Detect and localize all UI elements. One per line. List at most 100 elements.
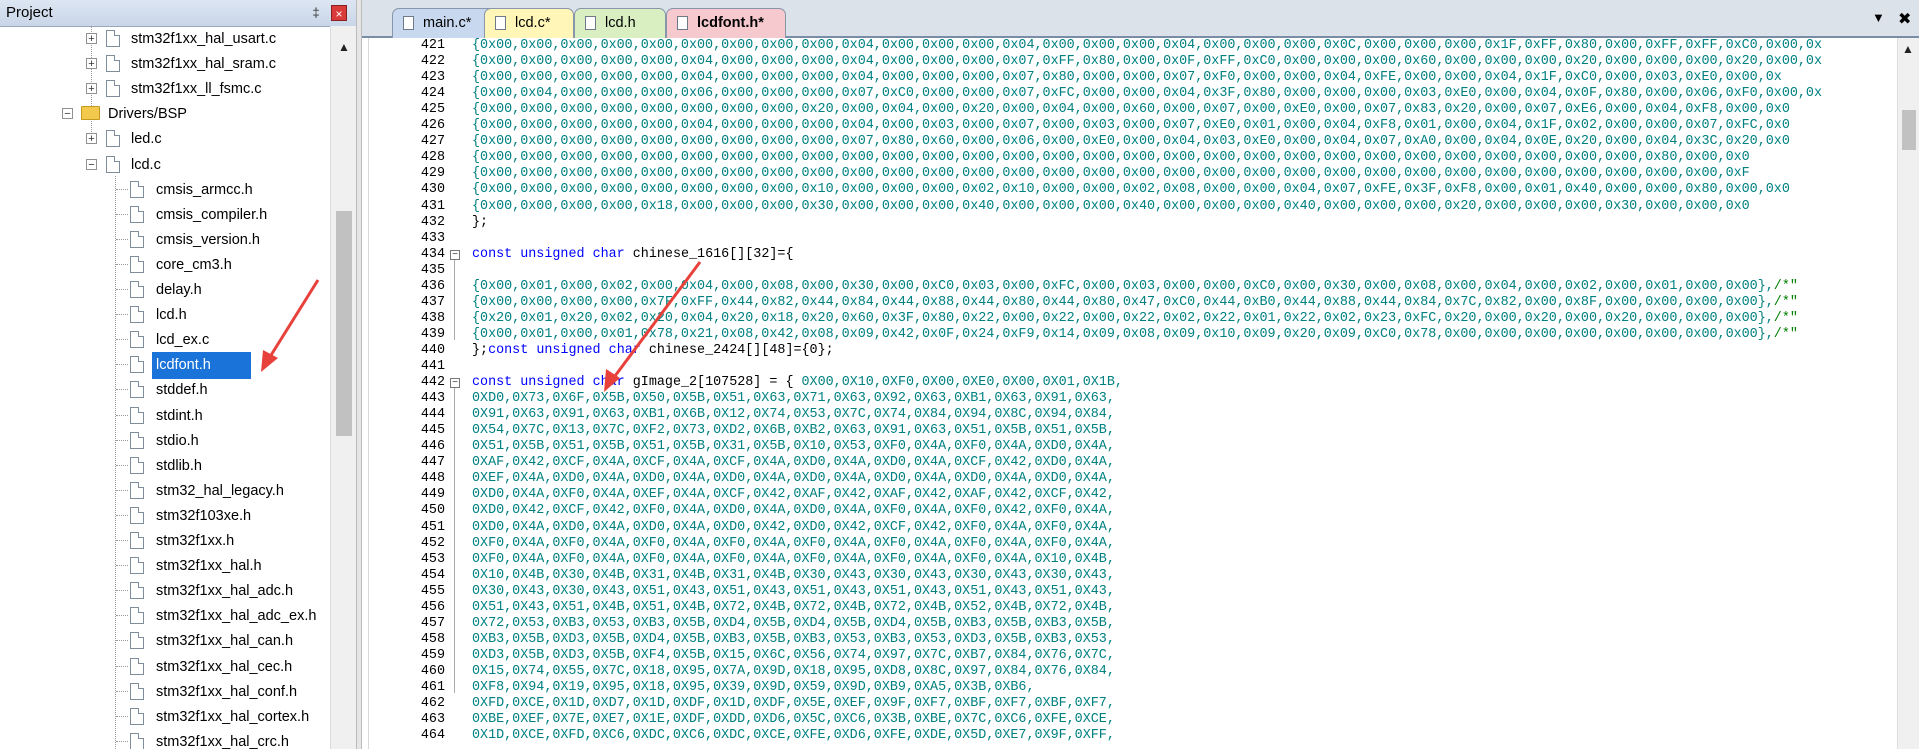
tree-guide-line (116, 489, 128, 491)
scroll-up-arrow-icon[interactable]: ▲ (1902, 42, 1914, 56)
line-number: 441 (420, 359, 445, 374)
tree-item-label: stm32f1xx.h (156, 533, 235, 549)
file-icon (106, 155, 120, 173)
tab-label: main.c* (423, 15, 472, 31)
tree-item-label: cmsis_armcc.h (156, 181, 253, 198)
code-text: 0XD3,0X5B,0XD3,0X5B,0XF4,0X5B,0X15,0X6C,… (472, 647, 1115, 663)
line-number: 454 (420, 567, 445, 583)
tab-lcd-c[interactable]: lcd.c* (484, 8, 574, 38)
fold-guide-line (454, 388, 455, 693)
line-number: 427 (420, 134, 445, 150)
line-number: 443 (420, 391, 445, 407)
scrollbar-thumb[interactable] (1902, 110, 1916, 150)
tree-guide-line (116, 289, 128, 290)
code-line: 435 (362, 263, 1897, 279)
code-line: 460 0X15,0X74,0X55,0X7C,0X18,0X95,0X7A,0X… (362, 664, 1897, 680)
close-icon[interactable]: × (331, 5, 347, 21)
folder-icon (81, 106, 100, 121)
tree-item-label: stm32f1xx_ll_fsmc.c (131, 81, 262, 98)
line-number: 450 (420, 503, 445, 519)
code-line: 431 {0x00,0x00,0x00,0x00,0x18,0x00,0x00,0… (362, 199, 1897, 215)
project-scrollbar[interactable]: ▲ (330, 26, 356, 749)
code-line: 429 {0x00,0x00,0x00,0x00,0x00,0x00,0x00,0… (362, 166, 1897, 182)
collapse-icon[interactable]: − (86, 158, 97, 170)
code-text: 0X91,0X63,0X91,0X63,0XB1,0X6B,0X12,0X74,… (472, 407, 1115, 423)
expand-icon[interactable]: + (86, 83, 97, 95)
editor-scrollbar[interactable]: ▲ (1897, 38, 1919, 749)
tree-guide-line (116, 414, 128, 416)
code-area[interactable]: 421 {0x00,0x00,0x00,0x00,0x00,0x00,0x00,0… (362, 38, 1897, 749)
line-number: 458 (420, 631, 445, 647)
file-icon (130, 582, 144, 600)
file-icon (106, 130, 120, 148)
scroll-up-arrow-icon[interactable]: ▲ (335, 38, 353, 56)
line-number: 453 (420, 551, 445, 567)
tab-label: lcdfont.h* (697, 15, 764, 31)
line-number: 433 (420, 230, 445, 246)
code-text: 0X10,0X4B,0X30,0X4B,0X31,0X4B,0X31,0X4B,… (472, 567, 1115, 583)
tree-guide-line (116, 339, 128, 341)
editor-tabbar: main.c* lcd.c* lcd.h lcdfont.h* ▼ ✖ (362, 0, 1919, 38)
line-number: 429 (420, 166, 445, 182)
tree-guide-line (116, 740, 128, 742)
code-line: 453 0XF0,0X4A,0XF0,0X4A,0XF0,0X4A,0XF0,0X… (362, 552, 1897, 568)
collapse-icon[interactable]: − (62, 108, 73, 120)
file-icon (130, 331, 144, 349)
code-text: {0x00,0x00,0x00,0x00,0x00,0x04,0x00,0x00… (472, 118, 1790, 134)
tree-guide-line (116, 590, 128, 592)
code-line: 448 0XEF,0X4A,0XD0,0X4A,0XD0,0X4A,0XD0,0X… (362, 471, 1897, 487)
file-icon (585, 16, 596, 30)
code-text: {0x00,0x04,0x00,0x00,0x00,0x06,0x00,0x00… (472, 86, 1822, 102)
fold-toggle-icon[interactable]: − (450, 378, 460, 389)
tab-lcdfont-h[interactable]: lcdfont.h* (666, 8, 786, 38)
code-line: 421 {0x00,0x00,0x00,0x00,0x00,0x00,0x00,0… (362, 38, 1897, 54)
tree-guide-line (116, 665, 128, 667)
code-text: {0x00,0x00,0x00,0x00,0x7F,0xFF,0x44,0x82… (472, 294, 1798, 310)
tab-lcd-h[interactable]: lcd.h (574, 8, 666, 38)
close-tab-icon[interactable]: ✖ (1898, 9, 1911, 29)
line-number: 461 (420, 680, 445, 695)
line-number: 449 (420, 487, 445, 503)
expand-icon[interactable]: + (86, 33, 97, 45)
code-text: 0XB3,0X5B,0XD3,0X5B,0XD4,0X5B,0XB3,0X5B,… (472, 631, 1115, 647)
file-icon (403, 16, 414, 30)
code-line: 463 0XBE,0XEF,0X7E,0XE7,0X1E,0XDF,0XDD,0X… (362, 712, 1897, 728)
expand-icon[interactable]: + (86, 58, 97, 70)
tree-item-label: stm32f1xx_hal_sram.c (131, 56, 277, 73)
code-text: 0XFD,0XCE,0X1D,0XD7,0X1D,0XDF,0X1D,0XDF,… (472, 696, 1115, 712)
line-number: 447 (420, 455, 445, 471)
line-number: 422 (420, 54, 445, 70)
tab-label: lcd.c* (515, 15, 551, 31)
tree-item-label: stm32f1xx_hal.h (156, 558, 262, 575)
file-icon (106, 55, 120, 73)
code-text: {0x00,0x00,0x00,0x00,0x00,0x00,0x00,0x00… (472, 182, 1790, 198)
file-icon (130, 230, 144, 248)
file-icon (130, 356, 144, 374)
tree-item-label: stm32f1xx_hal_cec.h (156, 658, 293, 675)
fold-toggle-icon[interactable]: − (450, 249, 460, 260)
line-number: 424 (420, 86, 445, 102)
scrollbar-thumb[interactable] (336, 211, 352, 436)
line-number: 426 (420, 118, 445, 134)
code-text: {0x00,0x00,0x00,0x00,0x00,0x04,0x00,0x00… (472, 70, 1782, 86)
tab-list-dropdown-icon[interactable]: ▼ (1872, 10, 1885, 25)
expand-icon[interactable]: + (86, 133, 97, 145)
editor: main.c* lcd.c* lcd.h lcdfont.h* ▼ ✖ 421 {… (362, 0, 1919, 749)
file-icon (130, 180, 144, 198)
code-text: 0XF0,0X4A,0XF0,0X4A,0XF0,0X4A,0XF0,0X4A,… (472, 551, 1115, 567)
code-line: 459 0XD3,0X5B,0XD3,0X5B,0XF4,0X5B,0X15,0X… (362, 648, 1897, 664)
code-line: 450 0XD0,0X42,0XCF,0X42,0XF0,0X4A,0XD0,0X… (362, 503, 1897, 519)
line-number: 451 (420, 519, 445, 535)
code-line: 432}; (362, 215, 1897, 231)
line-number: 432 (420, 214, 445, 230)
pin-icon[interactable]: ‡ (308, 5, 324, 21)
line-number: 421 (420, 38, 445, 53)
line-number: 445 (420, 423, 445, 439)
project-tree: + stm32f1xx_hal_usart.c + stm32f1xx_hal_sra… (0, 26, 330, 749)
tree-item-label: cmsis_compiler.h (156, 206, 268, 223)
line-number: 436 (420, 278, 445, 294)
file-icon (130, 481, 144, 499)
code-line: 427 {0x00,0x00,0x00,0x00,0x00,0x00,0x00,0… (362, 134, 1897, 150)
line-number: 444 (420, 407, 445, 423)
tree-item-label: stm32f1xx_hal_adc_ex.h (156, 608, 317, 625)
